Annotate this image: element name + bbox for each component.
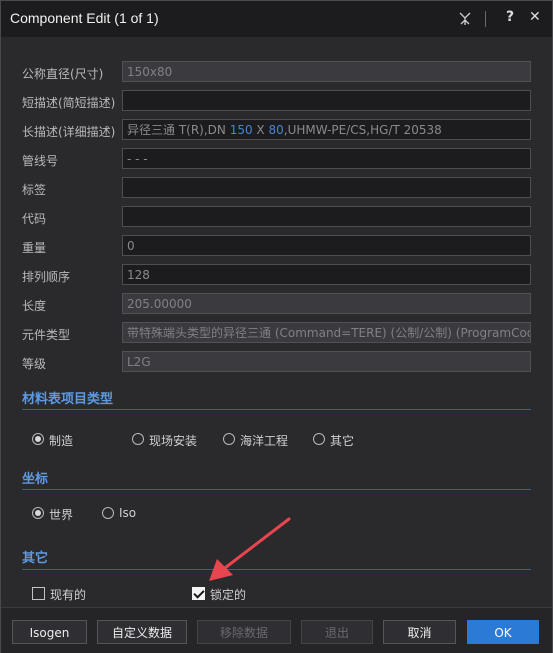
component-type-field: 带特殊端头类型的异径三通 (Command=TERE) (公制/公制) (Pro…	[122, 322, 531, 343]
label-nominal-size: 公称直径(尺寸)	[22, 67, 104, 81]
radio-world-label: 世界	[49, 508, 74, 522]
remove-data-button: 移除数据	[197, 620, 291, 644]
short-desc-field[interactable]	[122, 90, 531, 111]
label-sort-order: 排列顺序	[22, 270, 71, 284]
radio-iso-label: Iso	[119, 506, 137, 520]
ok-button[interactable]: OK	[467, 620, 539, 644]
radio-offshore-label: 海洋工程	[240, 434, 289, 448]
radio-iso[interactable]	[102, 507, 114, 519]
locked-checkbox[interactable]	[192, 587, 205, 600]
custom-data-button[interactable]: 自定义数据	[97, 620, 187, 644]
label-line-number: 管线号	[22, 154, 59, 168]
isogen-button[interactable]: Isogen	[12, 620, 87, 644]
label-long-desc: 长描述(详细描述)	[22, 125, 116, 139]
title-bar: Component Edit (1 of 1) ? ✕	[1, 1, 552, 37]
section-title-coords: 坐标	[22, 472, 49, 487]
cancel-button[interactable]: 取消	[383, 620, 456, 644]
pin-icon[interactable]	[457, 11, 473, 27]
close-button[interactable]: ✕	[529, 9, 541, 25]
radio-other-label: 其它	[330, 434, 355, 448]
existing-checkbox-label: 现有的	[50, 588, 87, 602]
code-field[interactable]	[122, 206, 531, 227]
section-divider	[22, 409, 531, 410]
radio-offshore[interactable]	[223, 433, 235, 445]
weight-field[interactable]: 0	[122, 235, 531, 256]
section-title-other: 其它	[22, 551, 49, 566]
line-number-field[interactable]: - - -	[122, 148, 531, 169]
radio-world[interactable]	[32, 507, 44, 519]
label-code: 代码	[22, 212, 47, 226]
radio-manufacture-label: 制造	[49, 434, 74, 448]
tag-field[interactable]	[122, 177, 531, 198]
length-field: 205.00000	[122, 293, 531, 314]
exit-button: 退出	[301, 620, 373, 644]
sort-order-field[interactable]: 128	[122, 264, 531, 285]
label-length: 长度	[22, 299, 47, 313]
component-edit-dialog: Component Edit (1 of 1) ? ✕ 公称直径(尺寸) 150…	[0, 0, 553, 653]
existing-checkbox[interactable]	[32, 587, 45, 600]
dialog-title: Component Edit (1 of 1)	[10, 10, 159, 26]
long-desc-field[interactable]: 异径三通 T(R),DN 150 X 80,UHMW-PE/CS,HG/T 20…	[122, 119, 531, 140]
radio-field-install[interactable]	[132, 433, 144, 445]
radio-field-install-label: 现场安装	[149, 434, 198, 448]
label-tag: 标签	[22, 183, 47, 197]
grade-field: L2G	[122, 351, 531, 372]
nominal-size-field: 150x80	[122, 61, 531, 82]
label-component-type: 元件类型	[22, 328, 71, 342]
label-weight: 重量	[22, 241, 47, 255]
section-title-bom-type: 材料表项目类型	[22, 392, 114, 407]
label-short-desc: 短描述(简短描述)	[22, 96, 116, 110]
button-bar: Isogen 自定义数据 移除数据 退出 取消 OK	[1, 607, 552, 653]
help-button[interactable]: ?	[506, 9, 514, 25]
radio-manufacture[interactable]	[32, 433, 44, 445]
locked-checkbox-label: 锁定的	[210, 588, 247, 602]
section-divider	[22, 489, 531, 490]
label-grade: 等级	[22, 357, 47, 371]
annotation-arrow-icon	[209, 517, 291, 581]
title-separator	[485, 11, 486, 27]
radio-other[interactable]	[313, 433, 325, 445]
